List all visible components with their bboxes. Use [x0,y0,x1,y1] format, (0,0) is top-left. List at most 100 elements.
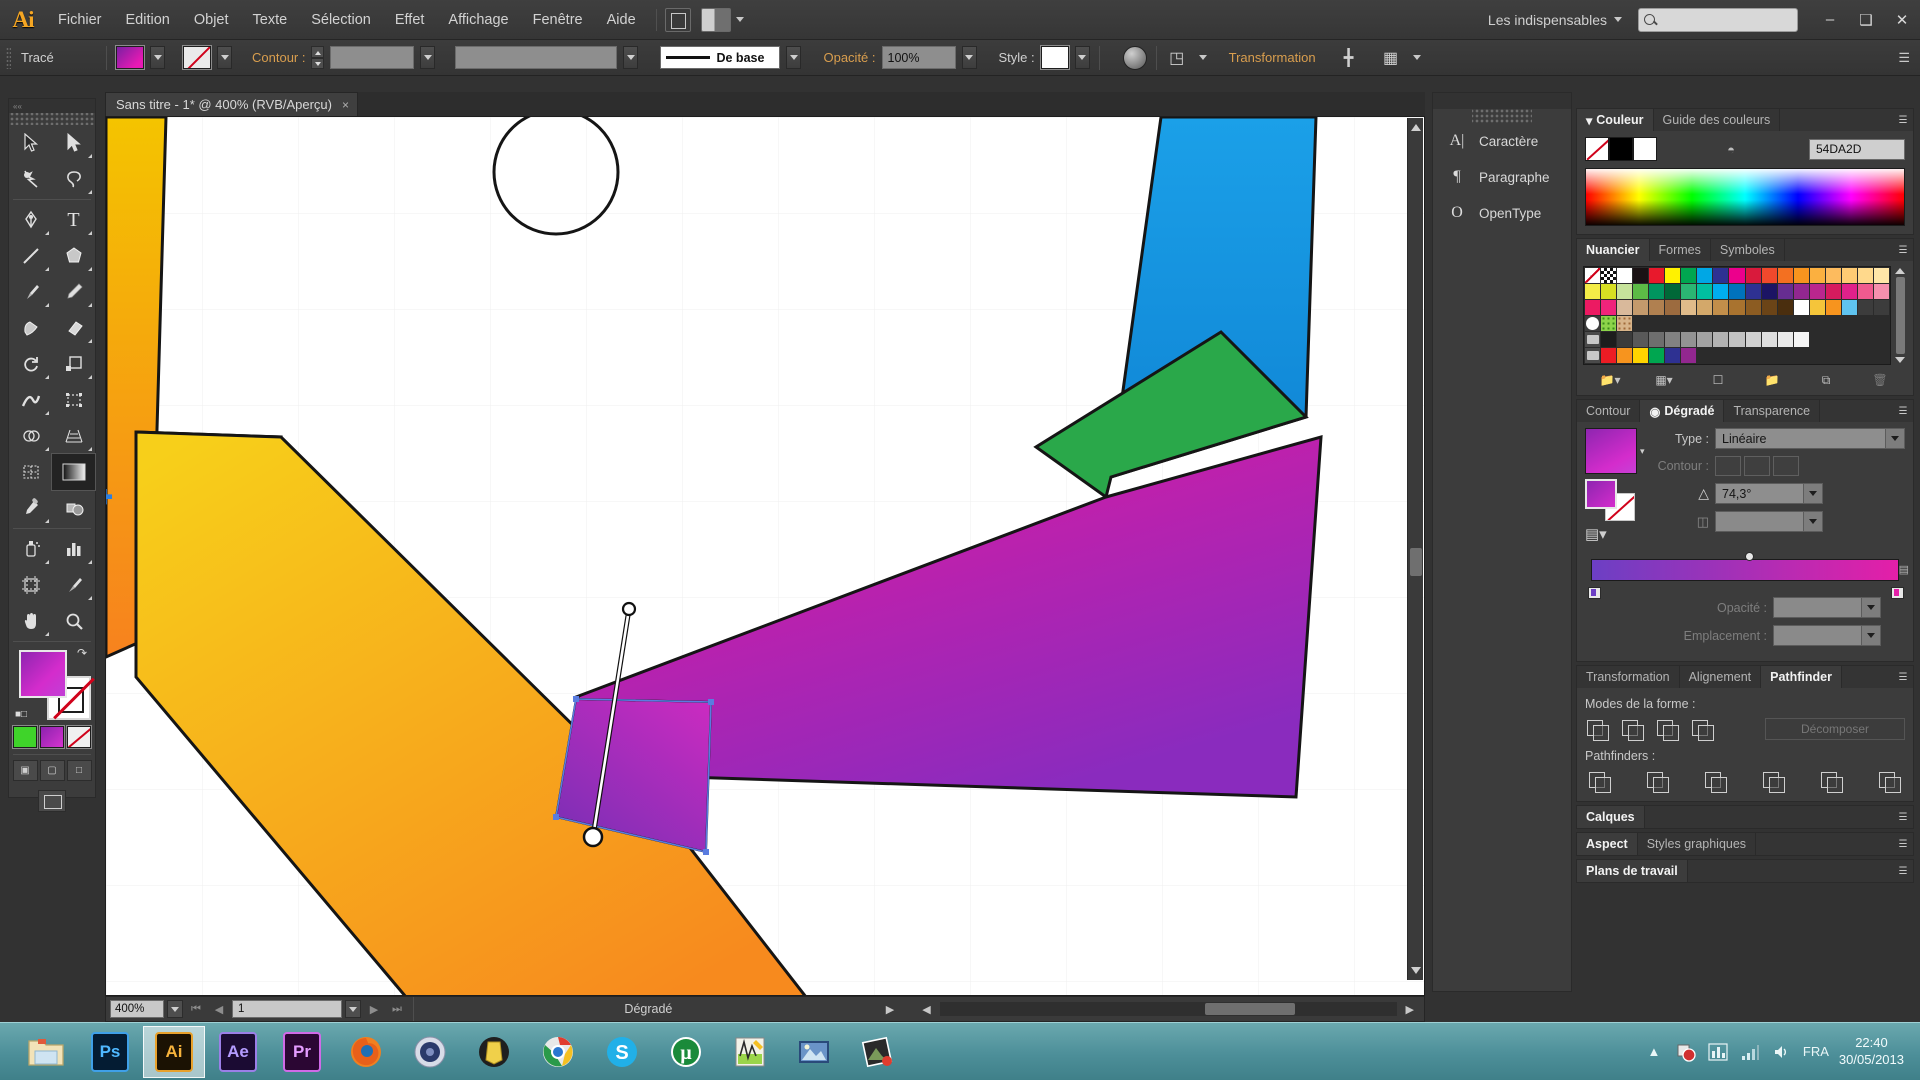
equalizer-icon[interactable] [1707,1041,1729,1063]
swatch-cell[interactable] [1585,268,1601,283]
unite-button[interactable] [1585,717,1611,741]
symbol-sprayer-tool[interactable] [9,531,52,567]
swatch-cell[interactable] [1777,300,1793,315]
horizontal-scrollbar[interactable] [939,1002,1397,1016]
reverse-gradient-icon[interactable]: ▤▾ [1585,525,1647,543]
swatch-cell[interactable] [1825,284,1841,299]
taskbar-media-player[interactable] [399,1026,461,1078]
swatch-cell[interactable] [1633,300,1649,315]
menu-affichage[interactable]: Affichage [436,8,520,32]
swatch-cell[interactable] [1681,348,1697,363]
stroke-profile-select[interactable] [455,46,618,69]
scroll-down-icon[interactable] [1895,357,1905,363]
fill-dropdown-arrow[interactable] [150,46,165,69]
appearance-panel-menu-icon[interactable]: ☰ [1893,833,1913,855]
swatch-cell[interactable] [1793,284,1809,299]
rotate-tool[interactable] [9,346,52,382]
taskbar-after-effects[interactable]: Ae [207,1026,269,1078]
type-tool[interactable]: T [52,202,95,238]
lasso-tool[interactable] [52,161,95,197]
new-color-group-icon[interactable]: 📁 [1745,373,1799,387]
rail-drag-handle[interactable] [1472,109,1532,123]
swatch-cell[interactable] [1601,348,1617,363]
taskbar-firefox[interactable] [335,1026,397,1078]
tab-transparence[interactable]: Transparence [1724,400,1821,422]
tab-guide-des-couleurs[interactable]: Guide des couleurs [1653,109,1781,131]
gradient-button[interactable] [39,725,65,749]
exclude-button[interactable] [1690,717,1716,741]
blob-brush-tool[interactable] [9,310,52,346]
swatch-cell[interactable] [1761,300,1777,315]
vertical-scrollbar[interactable] [1407,118,1423,980]
swatch-cell[interactable] [1681,268,1697,283]
hex-value-input[interactable]: 54DA2D [1809,138,1905,160]
swatch-cell[interactable] [1745,300,1761,315]
swatch-libraries-icon[interactable]: 📁▾ [1583,373,1637,387]
swatch-cell[interactable] [1617,316,1633,331]
swatch-cell[interactable] [1681,332,1697,347]
stroke-along-button[interactable] [1744,456,1770,476]
swatch-cell[interactable] [1585,316,1601,331]
swatch-cell[interactable] [1793,332,1809,347]
swatch-cell[interactable] [1649,348,1665,363]
opacity-dropdown[interactable] [961,46,977,69]
tab-transformation[interactable]: Transformation [1577,666,1680,688]
zoom-level-input[interactable]: 400% [110,1000,164,1018]
tab-plans-de-travail[interactable]: Plans de travail [1577,860,1688,882]
color-button[interactable] [12,725,38,749]
align-dropdown-arrow[interactable] [1198,55,1207,60]
artboard-dropdown[interactable] [345,1000,361,1018]
layers-panel-menu-icon[interactable]: ☰ [1893,806,1913,828]
swatch-cell[interactable] [1761,268,1777,283]
scale-tool[interactable] [52,346,95,382]
eyedropper-icon[interactable]: ◓ [1723,142,1739,157]
menu-fichier[interactable]: Fichier [46,8,114,32]
swatch-cell[interactable] [1857,268,1873,283]
swatches-scrollbar[interactable] [1893,266,1907,365]
swatch-options-icon[interactable]: ☐ [1691,373,1745,387]
swatch-cell[interactable] [1649,268,1665,283]
swatch-cell[interactable] [1729,284,1745,299]
swatch-cell[interactable] [1585,348,1601,363]
zoom-level-dropdown[interactable] [167,1000,183,1018]
mesh-tool[interactable] [9,454,52,490]
first-artboard-icon[interactable]: ⏮ [186,1000,206,1018]
scroll-up-icon[interactable] [1895,268,1905,274]
swatch-cell[interactable] [1793,300,1809,315]
new-swatch-icon[interactable]: ⧉ [1799,373,1853,388]
gradient-aspect-input[interactable] [1715,511,1823,532]
perspective-grid-tool[interactable] [52,418,95,454]
shape-tool[interactable] [52,238,95,274]
taskbar-illustrator[interactable]: Ai [143,1025,205,1078]
swatch-cell[interactable] [1633,284,1649,299]
swatch-cell[interactable] [1649,284,1665,299]
gradient-angle-input[interactable]: 74,3° [1715,483,1823,504]
workspace-switcher[interactable]: Les indispensables [1488,12,1622,28]
distribute-icon[interactable]: ▦ [1380,47,1402,69]
stroke-weight-input[interactable] [330,46,415,69]
swatch-cell[interactable] [1873,284,1889,299]
swatch-cell[interactable] [1601,316,1617,331]
color-panel-menu-icon[interactable]: ☰ [1893,109,1913,131]
shape-builder-tool[interactable] [9,418,52,454]
close-icon[interactable]: × [342,98,349,112]
transform-label[interactable]: Transformation [1229,50,1316,65]
swatch-cell[interactable] [1697,284,1713,299]
fill-color-swatch[interactable] [19,650,67,698]
intersect-button[interactable] [1655,717,1681,741]
swatch-black[interactable] [1609,137,1633,161]
swatch-cell[interactable] [1649,332,1665,347]
gradient-stop-start[interactable] [1588,583,1601,599]
swatch-cell[interactable] [1857,300,1873,315]
tab-pathfinder[interactable]: Pathfinder [1761,666,1842,688]
gradient-slider-bar[interactable] [1591,559,1899,581]
menu-objet[interactable]: Objet [182,8,241,32]
swatch-cell[interactable] [1601,284,1617,299]
bridge-icon[interactable] [664,7,691,32]
align-icon[interactable]: ◳ [1166,47,1188,69]
isolate-selected-icon[interactable]: ╋ [1338,47,1360,69]
divide-button[interactable] [1587,769,1613,793]
graphic-style-dropdown[interactable] [1074,46,1090,69]
tools-collapse-button[interactable]: «« [9,99,95,113]
swatches-grid[interactable] [1583,266,1891,365]
